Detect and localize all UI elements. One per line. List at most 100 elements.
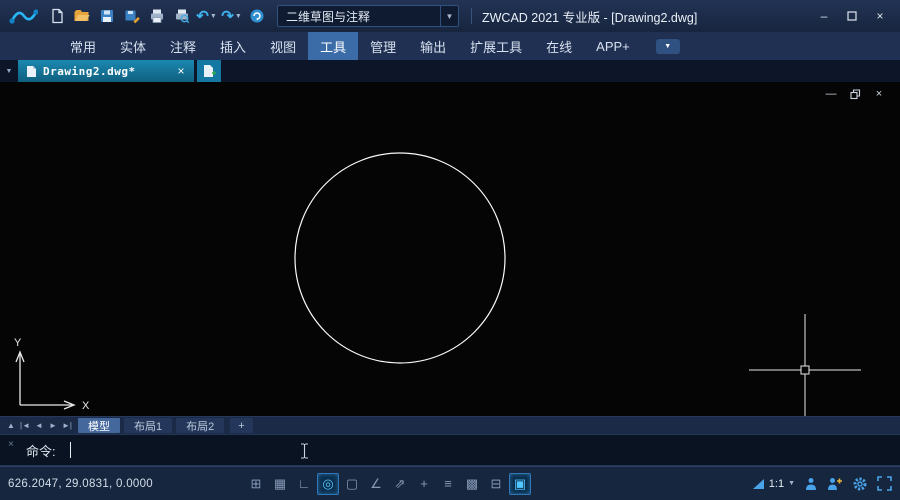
command-caret bbox=[70, 442, 71, 458]
polar-tracking-toggle[interactable]: ∠ bbox=[365, 473, 387, 495]
restore-icon bbox=[850, 89, 861, 100]
status-right-group: 1:1 ▼ bbox=[752, 476, 892, 492]
ucs-x-label: X bbox=[82, 400, 90, 412]
new-file-button[interactable] bbox=[44, 5, 69, 27]
document-tab-active[interactable]: Drawing2.dwg* × bbox=[18, 60, 194, 82]
close-button[interactable]: × bbox=[866, 5, 894, 27]
new-file-icon bbox=[49, 8, 65, 24]
print-icon bbox=[149, 8, 165, 24]
drawing-content: Y X bbox=[0, 82, 900, 416]
ribbon-collapse-button[interactable]: ▼ bbox=[656, 39, 680, 54]
status-toggles: ⊞ ▦ ∟ ◎ ▢ ∠ ⇗ + ≡ ▩ ⊟ ▣ bbox=[245, 473, 531, 495]
ucs-icon bbox=[16, 352, 74, 409]
layout-nav-next-icon[interactable]: ► bbox=[46, 421, 60, 430]
layout-nav-prev-icon[interactable]: ◄ bbox=[32, 421, 46, 430]
ribbon-tab-manage[interactable]: 管理 bbox=[358, 32, 408, 60]
workspace-selector-value: 二维草图与注释 bbox=[278, 8, 440, 25]
title-bar: ↶ ▼ ↷ ▼ 二维草图与注释 ▼ ZWCAD 2021 专业版 - [Draw… bbox=[0, 0, 900, 32]
document-tab-bar: ▼ Drawing2.dwg* × bbox=[0, 60, 900, 82]
workspace-selector[interactable]: 二维草图与注释 ▼ bbox=[277, 5, 459, 27]
command-close-icon[interactable]: × bbox=[8, 439, 14, 450]
layout-tab-bar: ▲ |◄ ◄ ► ►| 模型 布局1 布局2 + bbox=[0, 416, 900, 434]
gear-icon bbox=[852, 476, 868, 492]
layout-tab-layout2[interactable]: 布局2 bbox=[176, 418, 224, 433]
save-as-icon bbox=[124, 8, 140, 24]
plot-preview-icon bbox=[174, 8, 190, 24]
ribbon-tab-annotate[interactable]: 注释 bbox=[158, 32, 208, 60]
circle-entity[interactable] bbox=[295, 153, 505, 363]
snap-toggle[interactable]: ⊞ bbox=[245, 473, 267, 495]
layout-expand-icon[interactable]: ▲ bbox=[4, 421, 18, 430]
redo-button[interactable]: ↷ ▼ bbox=[219, 5, 244, 27]
grid-toggle[interactable]: ▦ bbox=[269, 473, 291, 495]
save-as-button[interactable] bbox=[119, 5, 144, 27]
layout-tab-layout1[interactable]: 布局1 bbox=[124, 418, 172, 433]
command-prompt: 命令: bbox=[26, 441, 56, 460]
dynamic-input-toggle[interactable]: + bbox=[413, 473, 435, 495]
refresh-button[interactable] bbox=[244, 5, 269, 27]
auto-annotation-icon bbox=[827, 477, 843, 491]
save-button[interactable] bbox=[94, 5, 119, 27]
layout-nav-last-icon[interactable]: ►| bbox=[60, 421, 74, 430]
drawing-canvas[interactable]: Y X — × bbox=[0, 82, 900, 416]
refresh-icon bbox=[249, 8, 265, 24]
undo-dropdown-arrow[interactable]: ▼ bbox=[210, 13, 217, 20]
document-tab-close-icon[interactable]: × bbox=[174, 64, 188, 78]
lineweight-toggle[interactable]: ≡ bbox=[437, 473, 459, 495]
minimize-button[interactable]: – bbox=[810, 5, 838, 27]
ortho-toggle[interactable]: ∟ bbox=[293, 473, 315, 495]
drawing-restore-button[interactable] bbox=[848, 88, 862, 100]
annotation-visibility-button[interactable] bbox=[804, 477, 818, 491]
maximize-button[interactable] bbox=[838, 5, 866, 27]
ribbon-tab-solid[interactable]: 实体 bbox=[108, 32, 158, 60]
doc-tab-menu-arrow[interactable]: ▼ bbox=[0, 60, 18, 82]
open-folder-icon bbox=[73, 8, 90, 24]
ribbon-tab-tools[interactable]: 工具 bbox=[308, 32, 358, 60]
zwcad-window: ↶ ▼ ↷ ▼ 二维草图与注释 ▼ ZWCAD 2021 专业版 - [Draw… bbox=[0, 0, 900, 500]
ribbon-tab-common[interactable]: 常用 bbox=[58, 32, 108, 60]
auto-annotation-button[interactable] bbox=[827, 477, 843, 491]
undo-button[interactable]: ↶ ▼ bbox=[194, 5, 219, 27]
drawing-close-button[interactable]: × bbox=[872, 88, 886, 100]
object-snap-tracking-toggle[interactable]: ⇗ bbox=[389, 473, 411, 495]
ribbon-tab-express[interactable]: 扩展工具 bbox=[458, 32, 534, 60]
add-layout-button[interactable]: + bbox=[230, 418, 252, 433]
save-icon bbox=[99, 8, 115, 24]
layout-tab-model[interactable]: 模型 bbox=[78, 418, 120, 433]
annotation-monitor-toggle[interactable]: ▣ bbox=[509, 473, 531, 495]
redo-icon: ↷ bbox=[221, 7, 234, 25]
open-file-button[interactable] bbox=[69, 5, 94, 27]
selection-cycling-toggle[interactable]: ⊟ bbox=[485, 473, 507, 495]
settings-button[interactable] bbox=[852, 476, 868, 492]
object-snap-settings-toggle[interactable]: ▢ bbox=[341, 473, 363, 495]
ribbon-tab-output[interactable]: 输出 bbox=[408, 32, 458, 60]
ribbon-tab-view[interactable]: 视图 bbox=[258, 32, 308, 60]
fullscreen-button[interactable] bbox=[877, 476, 892, 491]
print-button[interactable] bbox=[144, 5, 169, 27]
ucs-y-label: Y bbox=[14, 337, 22, 349]
ribbon-tab-app-plus[interactable]: APP+ bbox=[584, 32, 642, 60]
new-drawing-icon bbox=[203, 64, 216, 78]
annotation-scale-icon bbox=[752, 478, 765, 490]
fullscreen-icon bbox=[877, 476, 892, 491]
chevron-down-icon[interactable]: ▼ bbox=[440, 6, 458, 26]
scale-dropdown-icon[interactable]: ▼ bbox=[788, 480, 795, 487]
plot-preview-button[interactable] bbox=[169, 5, 194, 27]
zwcad-logo-icon bbox=[6, 4, 40, 28]
drawing-minimize-button[interactable]: — bbox=[824, 88, 838, 100]
object-snap-toggle[interactable]: ◎ bbox=[317, 473, 339, 495]
ribbon-tab-online[interactable]: 在线 bbox=[534, 32, 584, 60]
layout-nav-first-icon[interactable]: |◄ bbox=[18, 421, 32, 430]
ribbon-tab-bar: 常用 实体 注释 插入 视图 工具 管理 输出 扩展工具 在线 APP+ ▼ bbox=[0, 32, 900, 60]
new-drawing-tab-button[interactable] bbox=[197, 60, 221, 82]
annotation-visibility-icon bbox=[804, 477, 818, 491]
crosshair-cursor bbox=[749, 314, 861, 416]
transparency-toggle[interactable]: ▩ bbox=[461, 473, 483, 495]
titlebar-divider bbox=[471, 8, 472, 24]
document-tab-label: Drawing2.dwg* bbox=[43, 65, 164, 78]
ribbon-tab-insert[interactable]: 插入 bbox=[208, 32, 258, 60]
annotation-scale-control[interactable]: 1:1 ▼ bbox=[752, 478, 795, 490]
command-line[interactable]: × 命令: bbox=[0, 434, 900, 466]
mouse-text-cursor-icon bbox=[300, 443, 309, 459]
redo-dropdown-arrow[interactable]: ▼ bbox=[235, 13, 242, 20]
